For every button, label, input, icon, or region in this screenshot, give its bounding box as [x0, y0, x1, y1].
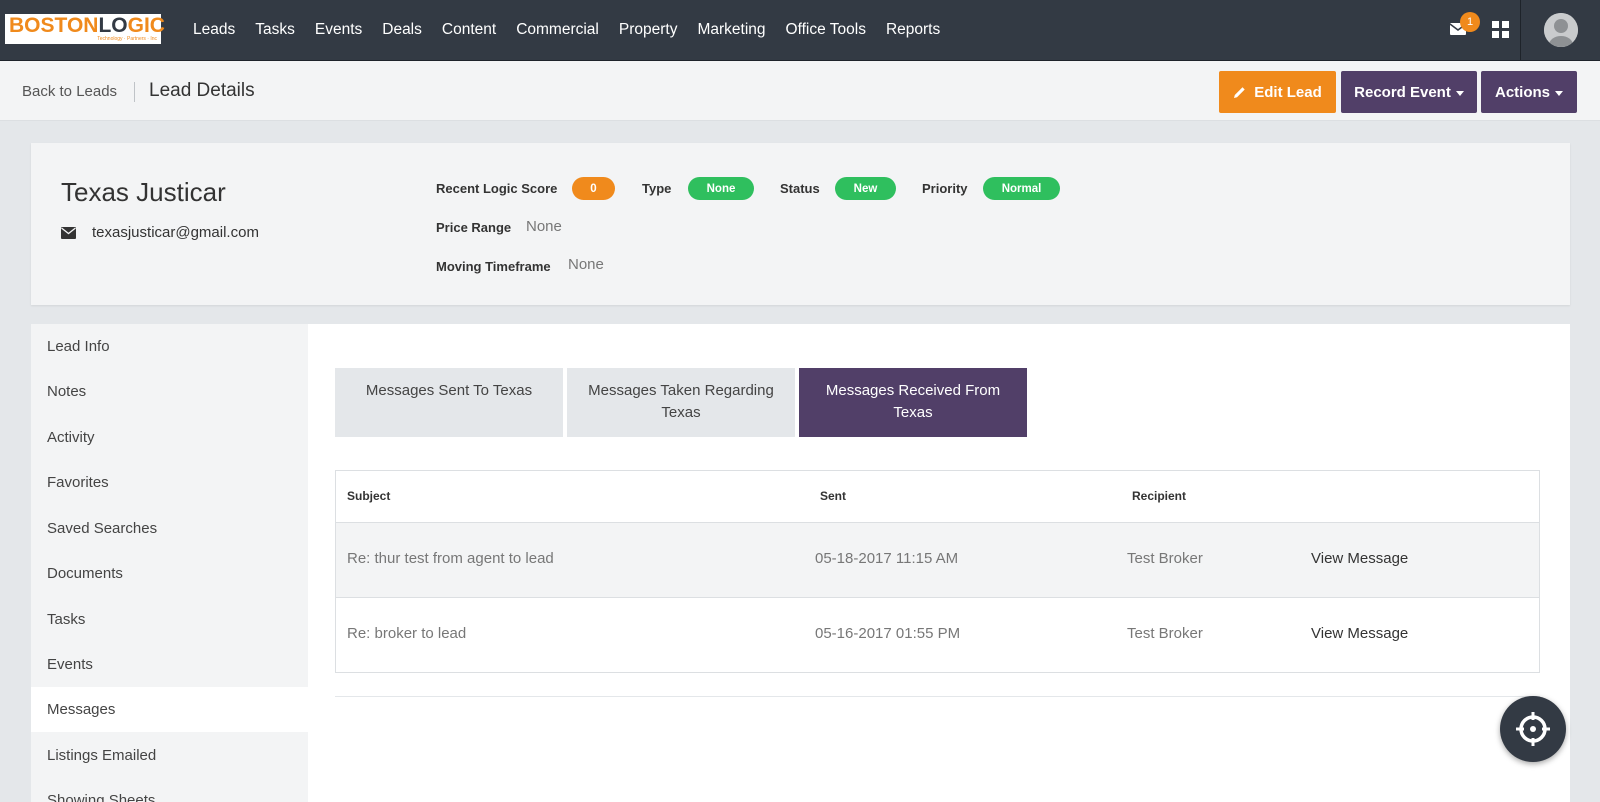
sidebar-item-showing-sheets[interactable]: Showing Sheets	[31, 778, 308, 802]
nav-office-tools[interactable]: Office Tools	[786, 21, 866, 39]
lead-sidebar: Lead Info Notes Activity Favorites Saved…	[31, 324, 308, 802]
sidebar-item-documents[interactable]: Documents	[31, 551, 308, 596]
page-header: Back to Leads Lead Details Edit Lead Rec…	[0, 61, 1600, 121]
column-header-recipient: Recipient	[1132, 489, 1187, 503]
sidebar-item-events[interactable]: Events	[31, 642, 308, 687]
nav-reports[interactable]: Reports	[886, 21, 940, 39]
logo-wordmark: BOSTONLOGIC	[9, 14, 165, 37]
row-subject: Re: thur test from agent to lead	[347, 550, 554, 567]
nav-content[interactable]: Content	[442, 21, 496, 39]
moving-timeframe-label: Moving Timeframe	[436, 259, 551, 274]
nav-deals[interactable]: Deals	[382, 21, 422, 39]
apps-grid-icon[interactable]	[1492, 21, 1509, 38]
nav-divider	[1520, 0, 1521, 60]
row-sent-date: 05-18-2017 11:15 AM	[815, 550, 959, 567]
messages-table: Subject Sent Recipient Re: thur test fro…	[335, 470, 1540, 673]
user-avatar[interactable]	[1544, 13, 1578, 47]
type-badge: None	[688, 177, 754, 200]
top-navbar: BOSTONLOGIC Technology · Partners · Inc …	[0, 0, 1600, 61]
status-badge: New	[835, 177, 896, 200]
nav-tasks[interactable]: Tasks	[255, 21, 295, 39]
tab-messages-sent[interactable]: Messages Sent To Texas	[335, 368, 563, 437]
type-label: Type	[642, 181, 672, 196]
table-row: Re: thur test from agent to lead 05-18-2…	[336, 522, 1539, 597]
panel-divider	[335, 696, 1540, 697]
column-header-sent: Sent	[820, 489, 847, 503]
back-to-leads-link[interactable]: Back to Leads	[22, 83, 117, 100]
logic-score-label: Recent Logic Score	[436, 181, 558, 196]
nav-events[interactable]: Events	[315, 21, 362, 39]
price-range-label: Price Range	[436, 220, 512, 235]
lead-summary-card: Texas Justicar texasjusticar@gmail.com R…	[31, 143, 1570, 305]
floating-locate-button[interactable]	[1500, 696, 1566, 762]
sidebar-item-saved-searches[interactable]: Saved Searches	[31, 506, 308, 551]
nav-commercial[interactable]: Commercial	[516, 21, 599, 39]
row-recipient: Test Broker	[1127, 625, 1203, 642]
main-nav: Leads Tasks Events Deals Content Commerc…	[183, 0, 950, 60]
view-message-link[interactable]: View Message	[1311, 550, 1408, 567]
tab-messages-taken[interactable]: Messages Taken Regarding Texas	[567, 368, 795, 437]
column-header-subject: Subject	[347, 489, 391, 503]
nav-leads[interactable]: Leads	[193, 21, 235, 39]
priority-badge: Normal	[983, 177, 1060, 200]
row-sent-date: 05-16-2017 01:55 PM	[815, 625, 961, 642]
header-divider	[134, 82, 135, 102]
actions-button[interactable]: Actions	[1481, 71, 1577, 113]
sidebar-item-tasks[interactable]: Tasks	[31, 597, 308, 642]
avatar-icon	[1544, 13, 1578, 47]
page-title: Lead Details	[149, 80, 255, 101]
nav-property[interactable]: Property	[619, 21, 678, 39]
caret-down-icon	[1555, 90, 1563, 96]
message-count-badge: 1	[1460, 12, 1480, 32]
crosshair-icon	[1516, 712, 1550, 746]
pencil-icon	[1234, 86, 1245, 98]
edit-lead-button[interactable]: Edit Lead	[1219, 71, 1336, 113]
sidebar-item-lead-info[interactable]: Lead Info	[31, 324, 308, 369]
moving-timeframe-value: None	[568, 256, 604, 273]
sidebar-item-notes[interactable]: Notes	[31, 369, 308, 414]
envelope-icon	[61, 227, 76, 239]
nav-marketing[interactable]: Marketing	[697, 21, 765, 39]
boston-logic-logo[interactable]: BOSTONLOGIC Technology · Partners · Inc	[5, 14, 165, 44]
sidebar-item-favorites[interactable]: Favorites	[31, 460, 308, 505]
price-range-value: None	[526, 218, 562, 235]
sidebar-item-messages[interactable]: Messages	[31, 687, 308, 732]
caret-down-icon	[1455, 90, 1464, 96]
row-subject: Re: broker to lead	[347, 625, 467, 642]
row-recipient: Test Broker	[1127, 550, 1203, 567]
record-event-button[interactable]: Record Event	[1341, 71, 1477, 113]
lead-email[interactable]: texasjusticar@gmail.com	[92, 224, 259, 241]
table-row: Re: broker to lead 05-16-2017 01:55 PM T…	[336, 597, 1539, 672]
priority-label: Priority	[922, 181, 968, 196]
status-label: Status	[780, 181, 820, 196]
tab-messages-received[interactable]: Messages Received From Texas	[799, 368, 1027, 437]
logic-score-badge: 0	[572, 177, 615, 200]
messages-panel: Messages Sent To Texas Messages Taken Re…	[308, 324, 1570, 802]
sidebar-item-activity[interactable]: Activity	[31, 415, 308, 460]
view-message-link[interactable]: View Message	[1311, 625, 1408, 642]
lead-name: Texas Justicar	[61, 177, 226, 207]
sidebar-item-listings-emailed[interactable]: Listings Emailed	[31, 733, 308, 778]
